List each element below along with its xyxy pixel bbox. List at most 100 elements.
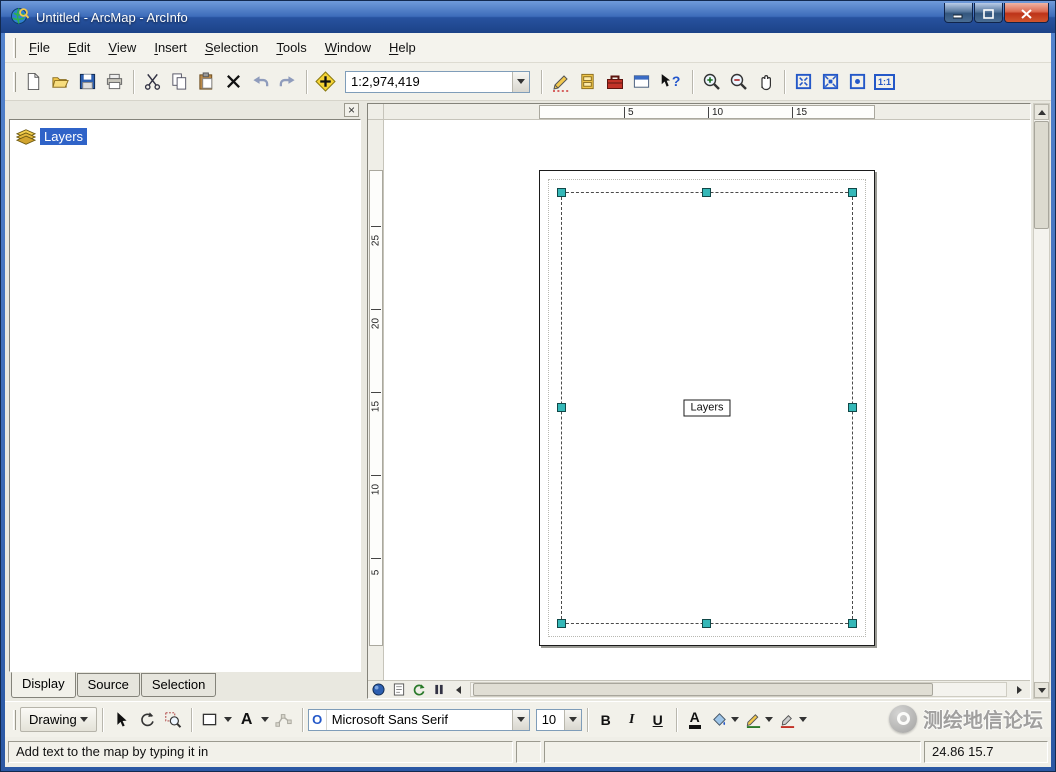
tab-source[interactable]: Source [76, 673, 140, 697]
zoom-to-selected-button[interactable] [160, 707, 186, 733]
redo-button[interactable] [274, 68, 301, 95]
font-color-button[interactable]: A [682, 707, 708, 733]
tab-selection[interactable]: Selection [140, 673, 217, 697]
zoom-in-button[interactable] [698, 68, 725, 95]
toc-header[interactable]: × [9, 103, 361, 117]
menu-help[interactable]: Help [380, 36, 425, 59]
vscroll-up-button[interactable] [1034, 104, 1049, 120]
command-window-button[interactable] [628, 68, 655, 95]
layout-page[interactable]: Layers [539, 170, 875, 646]
cut-button[interactable] [139, 68, 166, 95]
data-frame-label[interactable]: Layers [683, 399, 731, 417]
menu-edit[interactable]: Edit [59, 36, 99, 59]
drawbar-grip-handle[interactable] [13, 709, 16, 730]
menu-window[interactable]: Window [316, 36, 380, 59]
pan-button[interactable] [752, 68, 779, 95]
save-button[interactable] [74, 68, 101, 95]
hscroll-left-button[interactable] [450, 682, 467, 697]
open-button[interactable] [47, 68, 74, 95]
paint-bucket-icon [712, 713, 726, 726]
menu-file[interactable]: File [20, 36, 59, 59]
selection-handle-bottom-middle[interactable] [702, 619, 711, 628]
chevron-down-icon [730, 717, 739, 722]
fixed-zoom-in-button[interactable] [790, 68, 817, 95]
font-family-value[interactable]: Microsoft Sans Serif [327, 710, 512, 730]
horizontal-scrollbar[interactable] [470, 682, 1007, 697]
selection-handle-middle-left[interactable] [557, 403, 566, 412]
menu-tools[interactable]: Tools [267, 36, 315, 59]
horizontal-scrollbar-thumb[interactable] [473, 683, 934, 696]
status-coordinates: 24.86 15.7 [924, 740, 1048, 763]
menu-view[interactable]: View [99, 36, 145, 59]
drawing-menu-button[interactable]: Drawing [20, 707, 97, 732]
font-family-combo[interactable]: O Microsoft Sans Serif [307, 708, 530, 731]
copy-button[interactable] [166, 68, 193, 95]
font-family-dropdown-button[interactable] [511, 709, 529, 730]
font-size-dropdown-button[interactable] [563, 709, 581, 730]
pause-drawing-button[interactable] [430, 682, 447, 697]
selection-handle-top-left[interactable] [557, 188, 566, 197]
toolbar-grip-handle[interactable] [13, 71, 16, 92]
shape-tool-dropdown-button[interactable] [223, 708, 234, 732]
menu-insert[interactable]: Insert [145, 36, 196, 59]
window-title: Untitled - ArcMap - ArcInfo [36, 9, 188, 25]
toc-close-icon[interactable]: × [344, 103, 359, 117]
toc-layers-item[interactable]: Layers [16, 128, 354, 145]
vertical-scrollbar[interactable] [1033, 103, 1050, 699]
fixed-zoom-out-button[interactable] [817, 68, 844, 95]
whats-this-help-button[interactable]: ? [655, 68, 687, 95]
select-elements-button[interactable] [108, 707, 134, 733]
add-data-button[interactable] [312, 68, 339, 95]
font-size-combo[interactable]: 10 [535, 708, 582, 731]
map-scale-dropdown-button[interactable] [512, 71, 529, 92]
delete-button[interactable] [220, 68, 247, 95]
text-tool-dropdown-button[interactable] [260, 708, 271, 732]
selection-handle-top-right[interactable] [848, 188, 857, 197]
text-tool-button[interactable]: A [234, 707, 260, 733]
font-size-value[interactable]: 10 [537, 710, 564, 730]
selection-handle-bottom-right[interactable] [848, 619, 857, 628]
selection-handle-bottom-left[interactable] [557, 619, 566, 628]
underline-button[interactable]: U [645, 707, 671, 733]
menu-selection[interactable]: Selection [196, 36, 267, 59]
close-button[interactable] [1004, 3, 1049, 23]
arctoolbox-button[interactable] [601, 68, 628, 95]
minimize-button[interactable] [944, 3, 973, 23]
vertical-scrollbar-thumb[interactable] [1034, 121, 1049, 229]
bold-button[interactable]: B [593, 707, 619, 733]
menubar-grip-handle[interactable] [13, 37, 16, 58]
data-view-toggle-button[interactable] [390, 682, 407, 697]
selection-handle-top-middle[interactable] [702, 188, 711, 197]
edit-vertices-button[interactable] [271, 707, 297, 733]
print-icon [106, 73, 123, 90]
shape-tool-button[interactable] [197, 707, 223, 733]
paste-button[interactable] [193, 68, 220, 95]
fill-color-button[interactable] [708, 707, 742, 733]
map-scale-combo[interactable]: 1:2,974,419 [345, 70, 530, 93]
full-extent-button[interactable] [844, 68, 871, 95]
toolbar-separator [784, 69, 785, 94]
chevron-down-icon [568, 717, 577, 722]
layout-canvas[interactable]: Layers [384, 120, 1030, 680]
marker-color-button[interactable] [776, 707, 810, 733]
map-scale-value[interactable]: 1:2,974,419 [346, 72, 512, 92]
zoom-100-button[interactable]: 1:1 [871, 68, 898, 95]
print-button[interactable] [101, 68, 128, 95]
zoom-whole-page-button[interactable] [370, 682, 387, 697]
toc-layers-label[interactable]: Layers [40, 128, 88, 145]
selection-handle-middle-right[interactable] [848, 403, 857, 412]
chevron-down-icon [517, 79, 525, 84]
rotate-element-button[interactable] [134, 707, 160, 733]
undo-button[interactable] [247, 68, 274, 95]
editor-sketch-button[interactable] [547, 68, 574, 95]
arccatalog-button[interactable] [574, 68, 601, 95]
italic-button[interactable]: I [619, 707, 645, 733]
maximize-button[interactable] [974, 3, 1003, 23]
hscroll-right-button[interactable] [1011, 682, 1028, 697]
tab-display[interactable]: Display [11, 672, 76, 698]
zoom-out-button[interactable] [725, 68, 752, 95]
refresh-view-button[interactable] [410, 682, 427, 697]
new-document-button[interactable] [20, 68, 47, 95]
vscroll-down-button[interactable] [1034, 682, 1049, 698]
line-color-button[interactable] [742, 707, 776, 733]
